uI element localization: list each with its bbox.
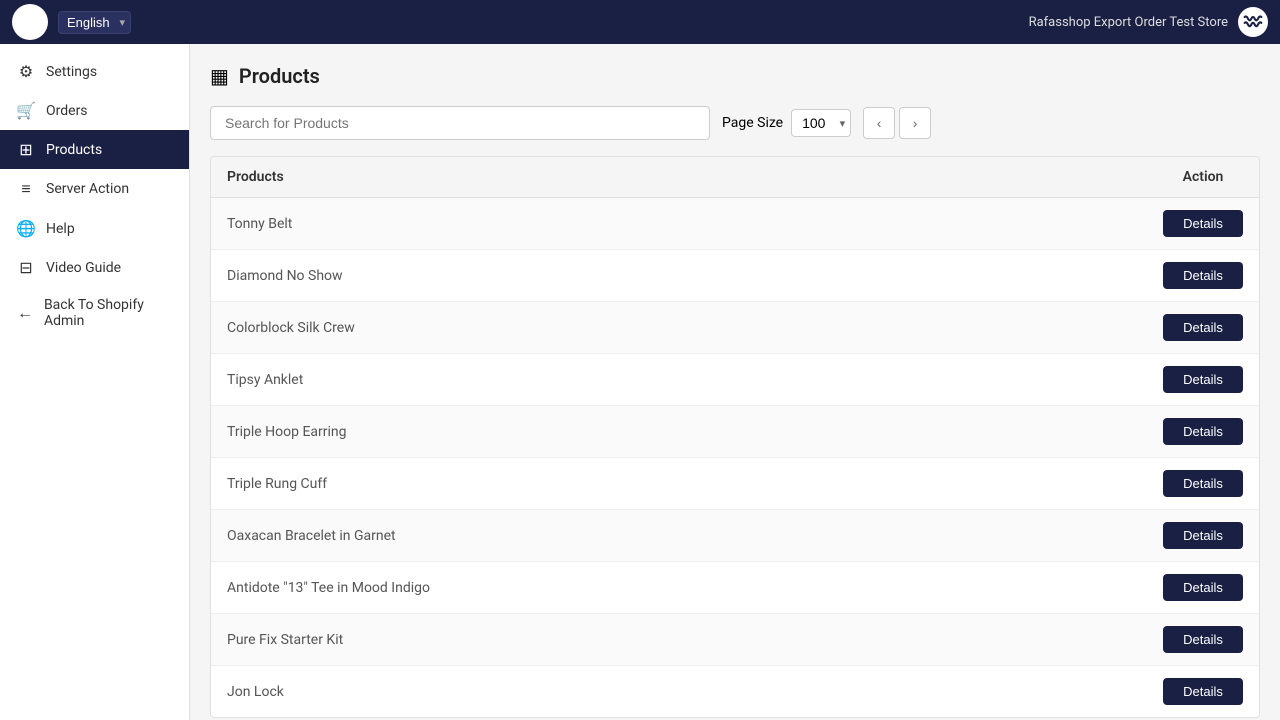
video-icon: ⊟ [16, 258, 36, 277]
product-name: Triple Rung Cuff [227, 476, 1163, 492]
product-name: Antidote "13" Tee in Mood Indigo [227, 580, 1163, 596]
next-page-button[interactable]: › [899, 107, 931, 139]
pagination: ‹ › [863, 107, 931, 139]
toolbar: Page Size 10 25 50 100 250 ‹ › [210, 106, 1260, 140]
sidebar-item-video-guide[interactable]: ⊟ Video Guide [0, 248, 189, 287]
topnav-left: English [12, 4, 131, 40]
page-header: ▦ Products [210, 64, 1260, 88]
page-size-select[interactable]: 10 25 50 100 250 [791, 109, 851, 137]
product-name: Jon Lock [227, 684, 1163, 700]
page-size-wrapper: Page Size 10 25 50 100 250 [722, 109, 851, 137]
table-row: Colorblock Silk Crew Details [211, 302, 1259, 354]
product-name: Tonny Belt [227, 216, 1163, 232]
back-arrow-icon: ← [16, 303, 34, 323]
table-header: Products Action [211, 157, 1259, 198]
table-body: Tonny Belt Details Diamond No Show Detai… [211, 198, 1259, 717]
sidebar-item-back-label: Back To Shopify Admin [44, 297, 173, 329]
page-size-select-wrapper: 10 25 50 100 250 [791, 109, 851, 137]
table-row: Triple Hoop Earring Details [211, 406, 1259, 458]
details-button[interactable]: Details [1163, 626, 1243, 653]
page-title: Products [239, 64, 320, 88]
product-name: Colorblock Silk Crew [227, 320, 1163, 336]
table-row: Tonny Belt Details [211, 198, 1259, 250]
prev-page-button[interactable]: ‹ [863, 107, 895, 139]
page-size-label: Page Size [722, 115, 783, 131]
details-button[interactable]: Details [1163, 522, 1243, 549]
product-name: Oaxacan Bracelet in Garnet [227, 528, 1163, 544]
cart-icon: 🛒 [16, 101, 36, 120]
sidebar-item-help-label: Help [46, 221, 75, 237]
sidebar-item-server-action[interactable]: ≡ Server Action [0, 169, 189, 209]
topnav: English Rafasshop Export Order Test Stor… [0, 0, 1280, 44]
product-name: Diamond No Show [227, 268, 1163, 284]
sidebar-item-orders-label: Orders [46, 103, 88, 119]
details-button[interactable]: Details [1163, 366, 1243, 393]
server-icon: ≡ [16, 179, 36, 199]
grid-icon: ⊞ [16, 140, 36, 159]
table-row: Diamond No Show Details [211, 250, 1259, 302]
sidebar-item-products-label: Products [46, 142, 102, 158]
sidebar-item-help[interactable]: 🌐 Help [0, 209, 189, 248]
details-button[interactable]: Details [1163, 418, 1243, 445]
details-button[interactable]: Details [1163, 262, 1243, 289]
main-content: ▦ Products Page Size 10 25 50 100 250 [190, 44, 1280, 720]
details-button[interactable]: Details [1163, 678, 1243, 705]
topnav-right: Rafasshop Export Order Test Store [1029, 7, 1268, 37]
table-row: Jon Lock Details [211, 666, 1259, 717]
language-selector[interactable]: English [58, 11, 131, 34]
product-name: Triple Hoop Earring [227, 424, 1163, 440]
gear-icon: ⚙ [16, 62, 36, 81]
sidebar: ⚙ Settings 🛒 Orders ⊞ Products ≡ Server … [0, 44, 190, 720]
layout: ⚙ Settings 🛒 Orders ⊞ Products ≡ Server … [0, 44, 1280, 720]
sidebar-item-server-action-label: Server Action [46, 181, 129, 197]
details-button[interactable]: Details [1163, 470, 1243, 497]
table-row: Oaxacan Bracelet in Garnet Details [211, 510, 1259, 562]
col-products-header: Products [227, 169, 1163, 185]
table-row: Tipsy Anklet Details [211, 354, 1259, 406]
products-table: Products Action Tonny Belt Details Diamo… [210, 156, 1260, 718]
globe-icon: 🌐 [16, 219, 36, 238]
sidebar-item-video-guide-label: Video Guide [46, 260, 121, 276]
details-button[interactable]: Details [1163, 314, 1243, 341]
details-button[interactable]: Details [1163, 210, 1243, 237]
product-name: Tipsy Anklet [227, 372, 1163, 388]
search-input[interactable] [210, 106, 710, 140]
sidebar-item-settings-label: Settings [46, 64, 97, 80]
col-action-header: Action [1163, 169, 1243, 185]
table-row: Pure Fix Starter Kit Details [211, 614, 1259, 666]
sidebar-item-back-to-shopify[interactable]: ← Back To Shopify Admin [0, 287, 189, 339]
details-button[interactable]: Details [1163, 574, 1243, 601]
topnav-logo-right [1238, 7, 1268, 37]
sidebar-item-orders[interactable]: 🛒 Orders [0, 91, 189, 130]
store-name: Rafasshop Export Order Test Store [1029, 15, 1228, 30]
table-row: Triple Rung Cuff Details [211, 458, 1259, 510]
table-row: Antidote "13" Tee in Mood Indigo Details [211, 562, 1259, 614]
sidebar-item-settings[interactable]: ⚙ Settings [0, 52, 189, 91]
products-page-icon: ▦ [210, 64, 229, 88]
logo-icon [12, 4, 48, 40]
language-select[interactable]: English [58, 11, 131, 34]
product-name: Pure Fix Starter Kit [227, 632, 1163, 648]
sidebar-item-products[interactable]: ⊞ Products [0, 130, 189, 169]
